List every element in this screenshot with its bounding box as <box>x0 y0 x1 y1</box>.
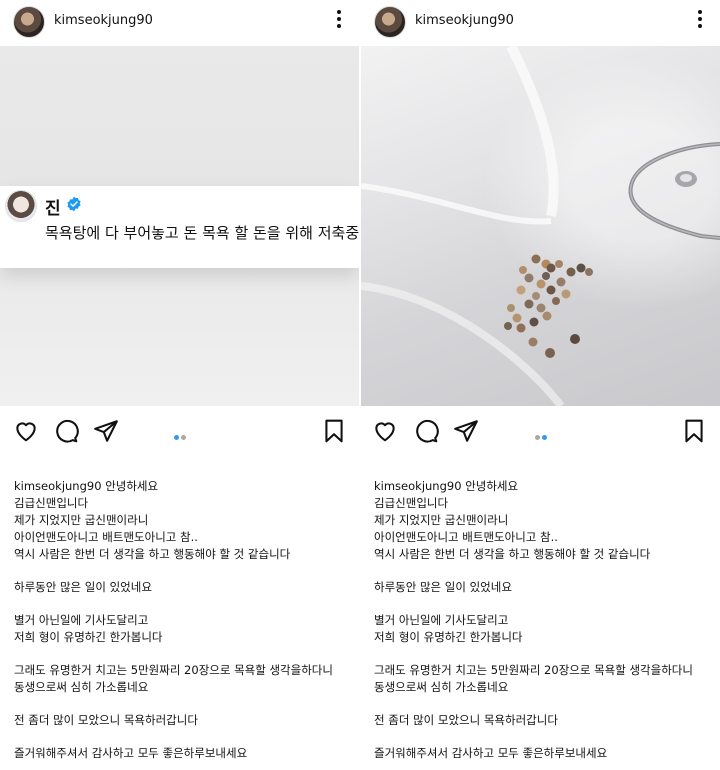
post-header: kimseokjung90 <box>0 0 359 44</box>
more-vertical-icon[interactable] <box>698 10 702 30</box>
caption-username[interactable]: kimseokjung90 <box>374 479 465 493</box>
username[interactable]: kimseokjung90 <box>54 13 153 28</box>
caption-line: 동생으로써 심히 가소롭네요 <box>374 679 714 696</box>
send-icon[interactable] <box>93 418 119 444</box>
caption-text: 저희 형이 유명하긴 한가봅니다 <box>374 630 523 644</box>
caption-line: kimseokjung90 안녕하세요 <box>374 478 714 495</box>
post-image-bathtub-coins[interactable] <box>361 46 720 406</box>
caption-line: 즐거워해주셔서 감사하고 모두 좋은하루보내세요 <box>14 745 353 762</box>
caption-line: 역시 사람은 한번 더 생각을 하고 행동해야 할 것 같습니다 <box>14 546 353 563</box>
caption-username[interactable]: kimseokjung90 <box>14 479 105 493</box>
caption-line: 제가 지었지만 굽신맨이라니 <box>14 512 353 529</box>
tweet-text: 목욕탕에 다 부어놓고 돈 목욕 할 돈을 위해 저축중 <box>45 224 359 242</box>
comment-icon[interactable] <box>53 418 79 444</box>
caption-text: 제가 지었지만 굽신맨이라니 <box>14 513 149 527</box>
profile-avatar[interactable] <box>374 6 406 38</box>
caption-line: 역시 사람은 한번 더 생각을 하고 행동해야 할 것 같습니다 <box>374 546 714 563</box>
tweet-avatar <box>5 190 37 222</box>
verified-badge-icon <box>67 196 81 212</box>
caption-text: 아이언맨도아니고 배트맨도아니고 참.. <box>14 530 198 544</box>
tweet-author-name: 진 <box>45 199 61 219</box>
caption-line: 하루동안 많은 일이 있었네요 <box>374 579 714 596</box>
caption-text: 즐거워해주셔서 감사하고 모두 좋은하루보내세요 <box>374 746 608 760</box>
caption-line: 전 좀더 많이 모았으니 목욕하러갑니다 <box>374 712 714 729</box>
caption-text: 김급신맨입니다 <box>14 496 89 510</box>
caption-text: 하루동안 많은 일이 있었네요 <box>14 580 152 594</box>
carousel-indicator <box>173 425 187 444</box>
caption-text: 전 좀더 많이 모았으니 목욕하러갑니다 <box>14 713 198 727</box>
caption-text: 동생으로써 심히 가소롭네요 <box>14 680 149 694</box>
caption-line: 하루동안 많은 일이 있었네요 <box>14 579 353 596</box>
caption-line: 별거 아닌일에 기사도달리고 <box>374 612 714 629</box>
carousel-dot <box>180 435 186 440</box>
caption-line: 아이언맨도아니고 배트맨도아니고 참.. <box>374 529 714 546</box>
post-image-tweet-screenshot[interactable]: 진 목욕탕에 다 부어놓고 돈 목욕 할 돈을 위해 저축중 <box>0 46 359 406</box>
caption-text: 동생으로써 심히 가소롭네요 <box>374 680 509 694</box>
caption-text: 그래도 유명한거 치고는 5만원짜리 20장으로 목욕할 생각을하다니 <box>14 663 333 677</box>
caption-line: 저희 형이 유명하긴 한가봅니다 <box>374 629 714 646</box>
caption-text: 안녕하세요 <box>105 479 159 493</box>
caption-line: 전 좀더 많이 모았으니 목욕하러갑니다 <box>14 712 353 729</box>
heart-icon[interactable] <box>372 418 398 444</box>
caption-line: 동생으로써 심히 가소롭네요 <box>14 679 353 696</box>
caption-text: 제가 지었지만 굽신맨이라니 <box>374 513 509 527</box>
action-bar <box>361 412 720 448</box>
bathtub-photo <box>361 46 720 406</box>
caption-line: 즐거워해주셔서 감사하고 모두 좋은하루보내세요 <box>374 745 714 762</box>
caption-text: 역시 사람은 한번 더 생각을 하고 행동해야 할 것 같습니다 <box>374 547 651 561</box>
caption-line: 김급신맨입니다 <box>14 495 353 512</box>
profile-avatar[interactable] <box>13 6 45 38</box>
bookmark-icon[interactable] <box>681 418 707 444</box>
caption-text: 그래도 유명한거 치고는 5만원짜리 20장으로 목욕할 생각을하다니 <box>374 663 693 677</box>
carousel-dot-active <box>541 435 547 440</box>
caption-text: 김급신맨입니다 <box>374 496 449 510</box>
username[interactable]: kimseokjung90 <box>415 13 514 28</box>
send-icon[interactable] <box>453 418 479 444</box>
post-caption: kimseokjung90 안녕하세요 김급신맨입니다 제가 지었지만 굽신맨이라니… <box>14 478 353 762</box>
caption-text: 하루동안 많은 일이 있었네요 <box>374 580 512 594</box>
caption-line: kimseokjung90 안녕하세요 <box>14 478 353 495</box>
post-caption: kimseokjung90 안녕하세요 김급신맨입니다 제가 지었지만 굽신맨이라니… <box>374 478 714 762</box>
caption-text: 별거 아닌일에 기사도달리고 <box>374 613 509 627</box>
caption-line: 별거 아닌일에 기사도달리고 <box>14 612 353 629</box>
caption-text: 안녕하세요 <box>465 479 519 493</box>
caption-line: 그래도 유명한거 치고는 5만원짜리 20장으로 목욕할 생각을하다니 <box>14 662 353 679</box>
caption-line: 저희 형이 유명하긴 한가봅니다 <box>14 629 353 646</box>
post-header: kimseokjung90 <box>361 0 720 44</box>
more-vertical-icon[interactable] <box>337 10 341 30</box>
caption-text: 저희 형이 유명하긴 한가봅니다 <box>14 630 163 644</box>
bookmark-icon[interactable] <box>321 418 347 444</box>
caption-text: 별거 아닌일에 기사도달리고 <box>14 613 149 627</box>
carousel-indicator <box>534 425 548 444</box>
caption-line: 김급신맨입니다 <box>374 495 714 512</box>
instagram-post-1: kimseokjung90 진 목욕탕에 다 부어놓고 돈 목욕 할 돈을 위해… <box>0 0 359 770</box>
action-bar <box>0 412 359 448</box>
caption-text: 즐거워해주셔서 감사하고 모두 좋은하루보내세요 <box>14 746 248 760</box>
comment-icon[interactable] <box>413 418 439 444</box>
carousel-dot <box>534 435 540 440</box>
caption-line: 그래도 유명한거 치고는 5만원짜리 20장으로 목욕할 생각을하다니 <box>374 662 714 679</box>
carousel-dot-active <box>173 435 179 440</box>
caption-text: 전 좀더 많이 모았으니 목욕하러갑니다 <box>374 713 558 727</box>
caption-text: 아이언맨도아니고 배트맨도아니고 참.. <box>374 530 558 544</box>
caption-line: 아이언맨도아니고 배트맨도아니고 참.. <box>14 529 353 546</box>
heart-icon[interactable] <box>13 418 39 444</box>
coins-pile <box>504 254 593 358</box>
caption-text: 역시 사람은 한번 더 생각을 하고 행동해야 할 것 같습니다 <box>14 547 291 561</box>
caption-line: 제가 지었지만 굽신맨이라니 <box>374 512 714 529</box>
instagram-post-2: kimseokjung90 kimseokjung90 안녕하세요 김급신맨입니… <box>361 0 720 770</box>
tweet-card: 진 목욕탕에 다 부어놓고 돈 목욕 할 돈을 위해 저축중 <box>0 186 359 268</box>
